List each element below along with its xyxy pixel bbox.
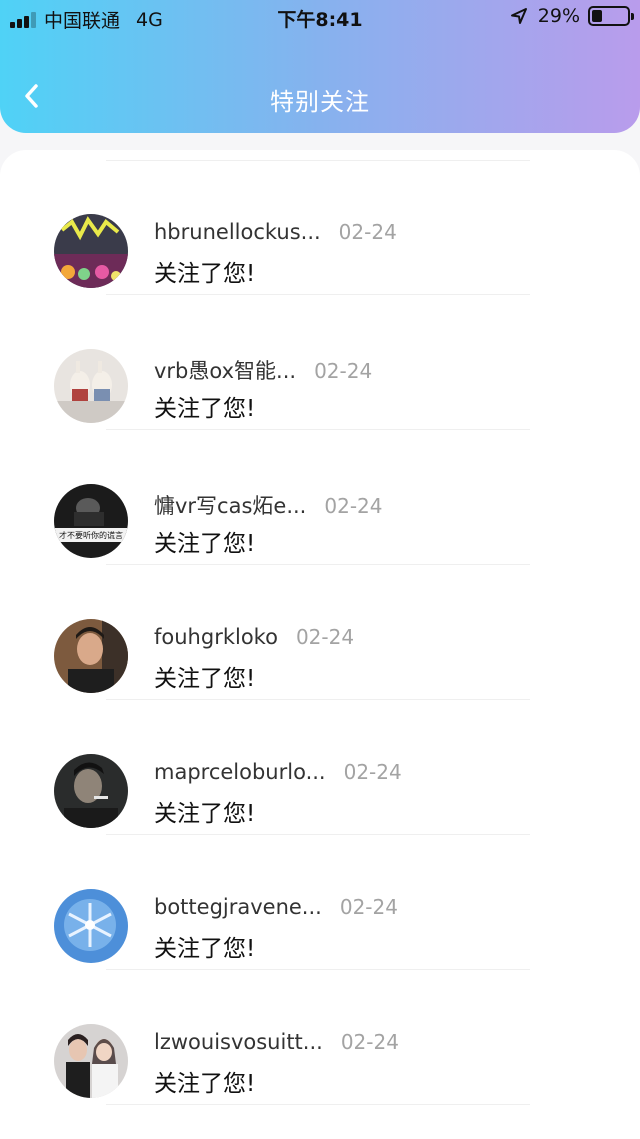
battery-icon <box>588 6 634 26</box>
name-line: vrb愚ox智能... 02-24 <box>154 355 372 385</box>
list-item[interactable]: vrb愚ox智能... 02-24 关注了您! <box>0 295 640 430</box>
follow-date: 02-24 <box>339 895 398 919</box>
follow-message: 关注了您! <box>154 666 256 692</box>
user-name[interactable]: maprceloburlo... <box>154 760 326 784</box>
follow-date: 02-24 <box>343 760 402 784</box>
avatar[interactable] <box>54 889 128 963</box>
name-line: bottegjravene... 02-24 <box>154 895 398 919</box>
battery-percent: 29% <box>537 5 580 27</box>
avatar[interactable] <box>54 619 128 693</box>
follow-date: 02-24 <box>338 220 397 244</box>
follow-message: 关注了您! <box>154 801 256 827</box>
list-item[interactable]: lzwouisvosuitt... 02-24 关注了您! <box>0 970 640 1105</box>
follow-date: 02-24 <box>314 359 373 383</box>
name-line: fouhgrkloko 02-24 <box>154 625 354 649</box>
user-name[interactable]: 慵vr写cas炻e... <box>154 490 306 520</box>
follow-date: 02-24 <box>295 625 355 649</box>
status-bar: 中国联通 4G 下午8:41 29% <box>0 0 640 38</box>
avatar[interactable] <box>54 214 128 288</box>
user-name[interactable]: fouhgrkloko <box>154 625 278 649</box>
avatar[interactable]: 才不要听你的谎言 <box>54 484 128 558</box>
name-line: lzwouisvosuitt... 02-24 <box>154 1030 399 1054</box>
name-line: 慵vr写cas炻e... 02-24 <box>154 490 383 520</box>
user-name[interactable]: vrb愚ox智能... <box>154 355 296 385</box>
follow-message: 关注了您! <box>154 531 256 557</box>
list-item[interactable]: bottegjravene... 02-24 关注了您! <box>0 835 640 970</box>
follow-message: 关注了您! <box>154 936 256 962</box>
user-name[interactable]: hbrunellockus... <box>154 220 321 244</box>
name-line: hbrunellockus... 02-24 <box>154 220 397 244</box>
nav-bar: 特别关注 <box>0 60 640 132</box>
name-line: maprceloburlo... 02-24 <box>154 760 402 784</box>
avatar[interactable] <box>54 349 128 423</box>
follow-date: 02-24 <box>324 494 383 518</box>
list-item[interactable]: 才不要听你的谎言 慵vr写cas炻e... 02-24 关注了您! <box>0 430 640 565</box>
follow-message: 关注了您! <box>154 1071 256 1097</box>
follow-list: hbrunellockus... 02-24 关注了您! vrb愚ox智能...… <box>0 150 640 1139</box>
user-name[interactable]: lzwouisvosuitt... <box>154 1030 323 1054</box>
follow-message: 关注了您! <box>154 261 256 287</box>
follow-message: 关注了您! <box>154 396 256 422</box>
header: 中国联通 4G 下午8:41 29% 特别关注 <box>0 0 640 133</box>
avatar-caption: 才不要听你的谎言 <box>59 530 123 540</box>
list-item[interactable]: hbrunellockus... 02-24 关注了您! <box>0 160 640 295</box>
avatar[interactable] <box>54 1024 128 1098</box>
status-right: 29% <box>510 5 634 27</box>
user-name[interactable]: bottegjravene... <box>154 895 322 919</box>
list-item[interactable]: fouhgrkloko 02-24 关注了您! <box>0 565 640 700</box>
list-item[interactable]: maprceloburlo... 02-24 关注了您! <box>0 700 640 835</box>
avatar[interactable] <box>54 754 128 828</box>
divider <box>106 1104 530 1105</box>
battery-level <box>592 10 602 22</box>
location-arrow-icon <box>510 8 527 24</box>
page-title: 特别关注 <box>270 88 370 116</box>
follow-date: 02-24 <box>340 1030 399 1054</box>
